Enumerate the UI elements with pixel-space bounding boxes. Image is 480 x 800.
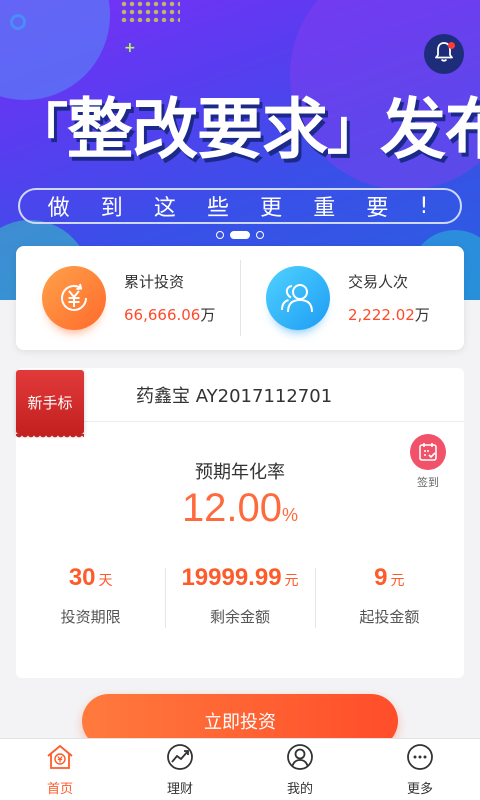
rate-value: 12.00% bbox=[16, 486, 464, 531]
metric-min-investment: 9元 起投金额 bbox=[314, 564, 464, 634]
newbie-tag-label: 新手标 bbox=[27, 393, 73, 412]
metric-caption: 起投金额 bbox=[359, 608, 420, 626]
tab-label: 我的 bbox=[286, 781, 313, 797]
newbie-tag: 新手标 bbox=[16, 370, 84, 440]
rate-unit: % bbox=[282, 505, 299, 525]
invest-now-label: 立即投资 bbox=[204, 712, 276, 733]
banner-decoration: + bbox=[124, 40, 136, 56]
yuan-coin-icon bbox=[42, 266, 106, 330]
stat-transactions: 交易人次 2,222.02万 bbox=[240, 246, 464, 350]
stat-number: 66,666.06 bbox=[124, 306, 201, 324]
metric-unit: 元 bbox=[390, 572, 405, 588]
banner-headline: 「整改要求」发布? bbox=[14, 82, 480, 177]
subtitle-char: 这 bbox=[153, 196, 180, 221]
subtitle-char: 些 bbox=[206, 196, 233, 221]
users-icon bbox=[266, 266, 330, 330]
subtitle-char: 到 bbox=[100, 196, 127, 221]
stat-number: 2,222.02 bbox=[348, 306, 415, 324]
stat-label: 累计投资 bbox=[124, 273, 185, 291]
pager-dot[interactable] bbox=[256, 231, 264, 239]
subtitle-char: 做 bbox=[47, 196, 74, 221]
stat-total-investment: 累计投资 66,666.06万 bbox=[16, 246, 240, 350]
tab-label: 理财 bbox=[166, 781, 193, 797]
tab-label: 首页 bbox=[46, 781, 73, 797]
pager-dot[interactable] bbox=[216, 231, 224, 239]
subtitle-char: 要 bbox=[366, 196, 393, 221]
user-icon bbox=[285, 743, 315, 775]
headline-main: 整改要求 bbox=[67, 91, 328, 168]
metric-value: 19999.99 bbox=[181, 564, 282, 591]
stat-label: 交易人次 bbox=[348, 273, 409, 291]
metric-term: 30 天 投资期限 bbox=[16, 564, 165, 634]
tab-finance[interactable]: 理财 bbox=[120, 739, 240, 800]
banner-decoration bbox=[120, 0, 180, 22]
stat-value: 2,222.02万 bbox=[348, 304, 430, 325]
unread-badge bbox=[448, 42, 455, 49]
metric-unit: 元 bbox=[284, 572, 299, 588]
subtitle-char: 更 bbox=[260, 196, 287, 221]
carousel-pager bbox=[0, 231, 480, 239]
stat-unit: 万 bbox=[200, 306, 216, 324]
rate-label: 预期年化率 bbox=[195, 462, 285, 483]
tab-home[interactable]: 首页 bbox=[0, 739, 120, 800]
tab-label: 更多 bbox=[406, 781, 433, 797]
notification-button[interactable] bbox=[424, 34, 464, 74]
metric-caption: 剩余金额 bbox=[209, 608, 270, 626]
metric-unit: 天 bbox=[98, 572, 113, 588]
chart-trend-icon bbox=[165, 743, 195, 775]
subtitle-char: 重 bbox=[313, 196, 340, 221]
product-card[interactable]: 药鑫宝 AY2017112701 新手标 签到 预期年化率 12.00% 30 天… bbox=[16, 368, 464, 678]
metric-value: 9 bbox=[374, 564, 388, 591]
subtitle-char: ! bbox=[419, 193, 433, 219]
bottom-tab-bar: 首页 理财 我的 更多 bbox=[0, 738, 480, 800]
headline-tail: 发布? bbox=[380, 91, 480, 168]
home-icon bbox=[45, 743, 75, 775]
stat-unit: 万 bbox=[414, 306, 430, 324]
stat-value: 66,666.06万 bbox=[124, 304, 215, 325]
headline-bracket: 「 bbox=[14, 98, 68, 161]
more-icon bbox=[405, 743, 435, 775]
product-name: 药鑫宝 AY2017112701 bbox=[136, 385, 333, 407]
banner-decoration bbox=[10, 14, 26, 30]
pager-dot-active[interactable] bbox=[230, 231, 250, 239]
metric-value: 30 bbox=[68, 564, 96, 591]
product-metrics: 30 天 投资期限 19999.99 元 剩余金额 9元 起投金额 bbox=[16, 564, 464, 634]
tab-mine[interactable]: 我的 bbox=[240, 739, 360, 800]
metric-caption: 投资期限 bbox=[60, 608, 121, 626]
stats-card: 累计投资 66,666.06万 交易人次 2,222.02万 bbox=[16, 246, 464, 350]
rate-number: 12.00 bbox=[181, 486, 283, 530]
banner-subtitle: 做 到 这 些 更 重 要 ! bbox=[18, 188, 462, 224]
tab-more[interactable]: 更多 bbox=[360, 739, 480, 800]
metric-remaining: 19999.99 元 剩余金额 bbox=[165, 564, 314, 634]
headline-bracket: 」 bbox=[327, 98, 381, 161]
